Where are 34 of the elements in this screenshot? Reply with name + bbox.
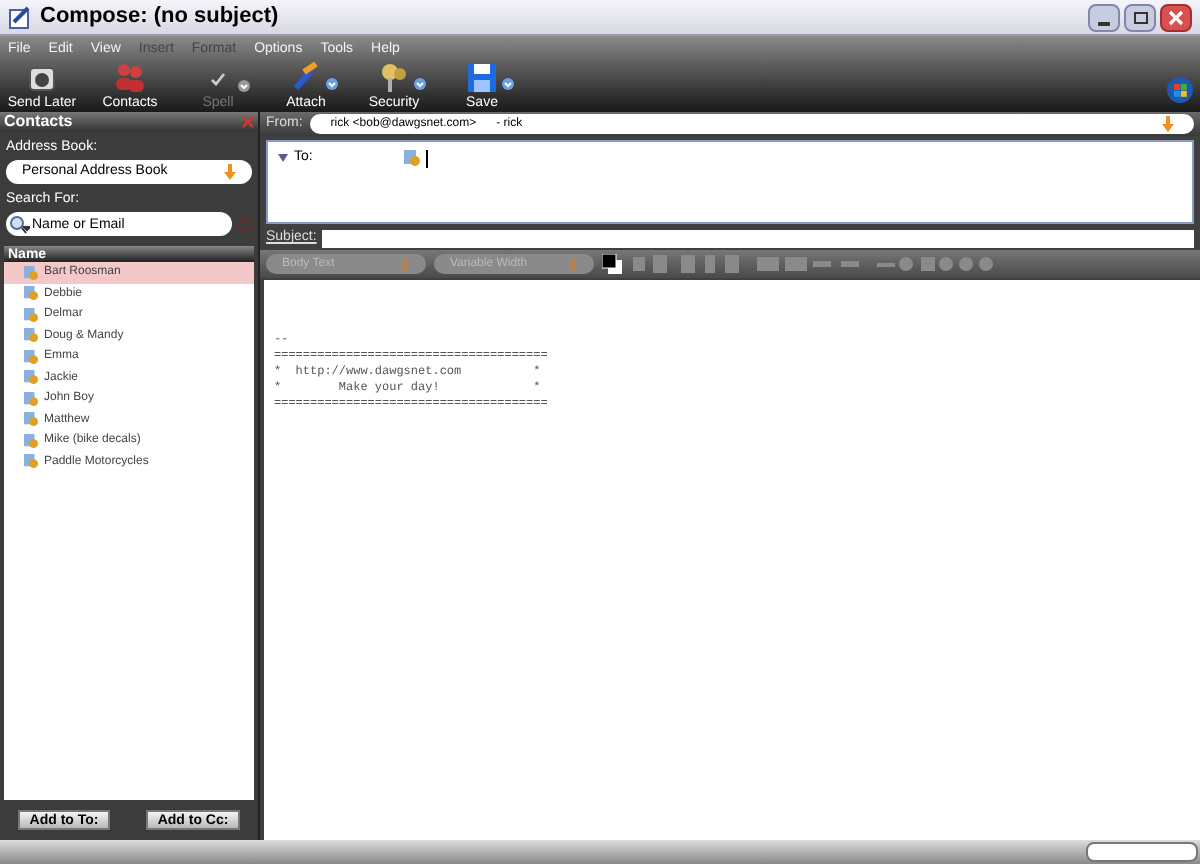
restore-button[interactable]	[1124, 3, 1156, 31]
contact-icon	[24, 265, 38, 280]
arrow-icon	[1162, 116, 1174, 132]
panel-title: Contacts	[4, 114, 73, 130]
dropdown-icon	[326, 78, 338, 90]
arrow-icon	[400, 257, 410, 271]
contact-icon	[24, 412, 38, 427]
arrow-icon	[568, 257, 578, 271]
dropdown-icon	[502, 78, 514, 90]
contact-icon	[24, 391, 38, 406]
contact-icon	[24, 433, 38, 448]
globe-icon	[1166, 76, 1194, 104]
window-title: Compose: (no subject)	[40, 2, 279, 33]
check-icon	[210, 72, 226, 86]
subject-field[interactable]	[322, 230, 1194, 248]
caret-icon[interactable]	[278, 154, 288, 162]
minimize-button[interactable]	[1088, 3, 1120, 31]
contact-icon	[24, 349, 38, 364]
contact-icon	[24, 328, 38, 343]
dropdown-icon	[414, 78, 426, 90]
color-swatch-icon	[602, 254, 622, 274]
contact-icon	[24, 286, 38, 301]
close-icon	[1168, 9, 1184, 25]
arrow-icon	[224, 164, 236, 180]
app-icon	[8, 5, 32, 29]
close-button[interactable]	[1160, 3, 1192, 31]
dropdown-icon	[238, 80, 250, 92]
contact-icon	[24, 454, 38, 469]
contact-icon	[24, 370, 38, 385]
people-icon	[112, 60, 148, 96]
status-field	[1086, 842, 1198, 862]
contact-icon	[24, 307, 38, 322]
contact-icon	[404, 150, 420, 166]
paperclip-icon	[288, 60, 324, 96]
